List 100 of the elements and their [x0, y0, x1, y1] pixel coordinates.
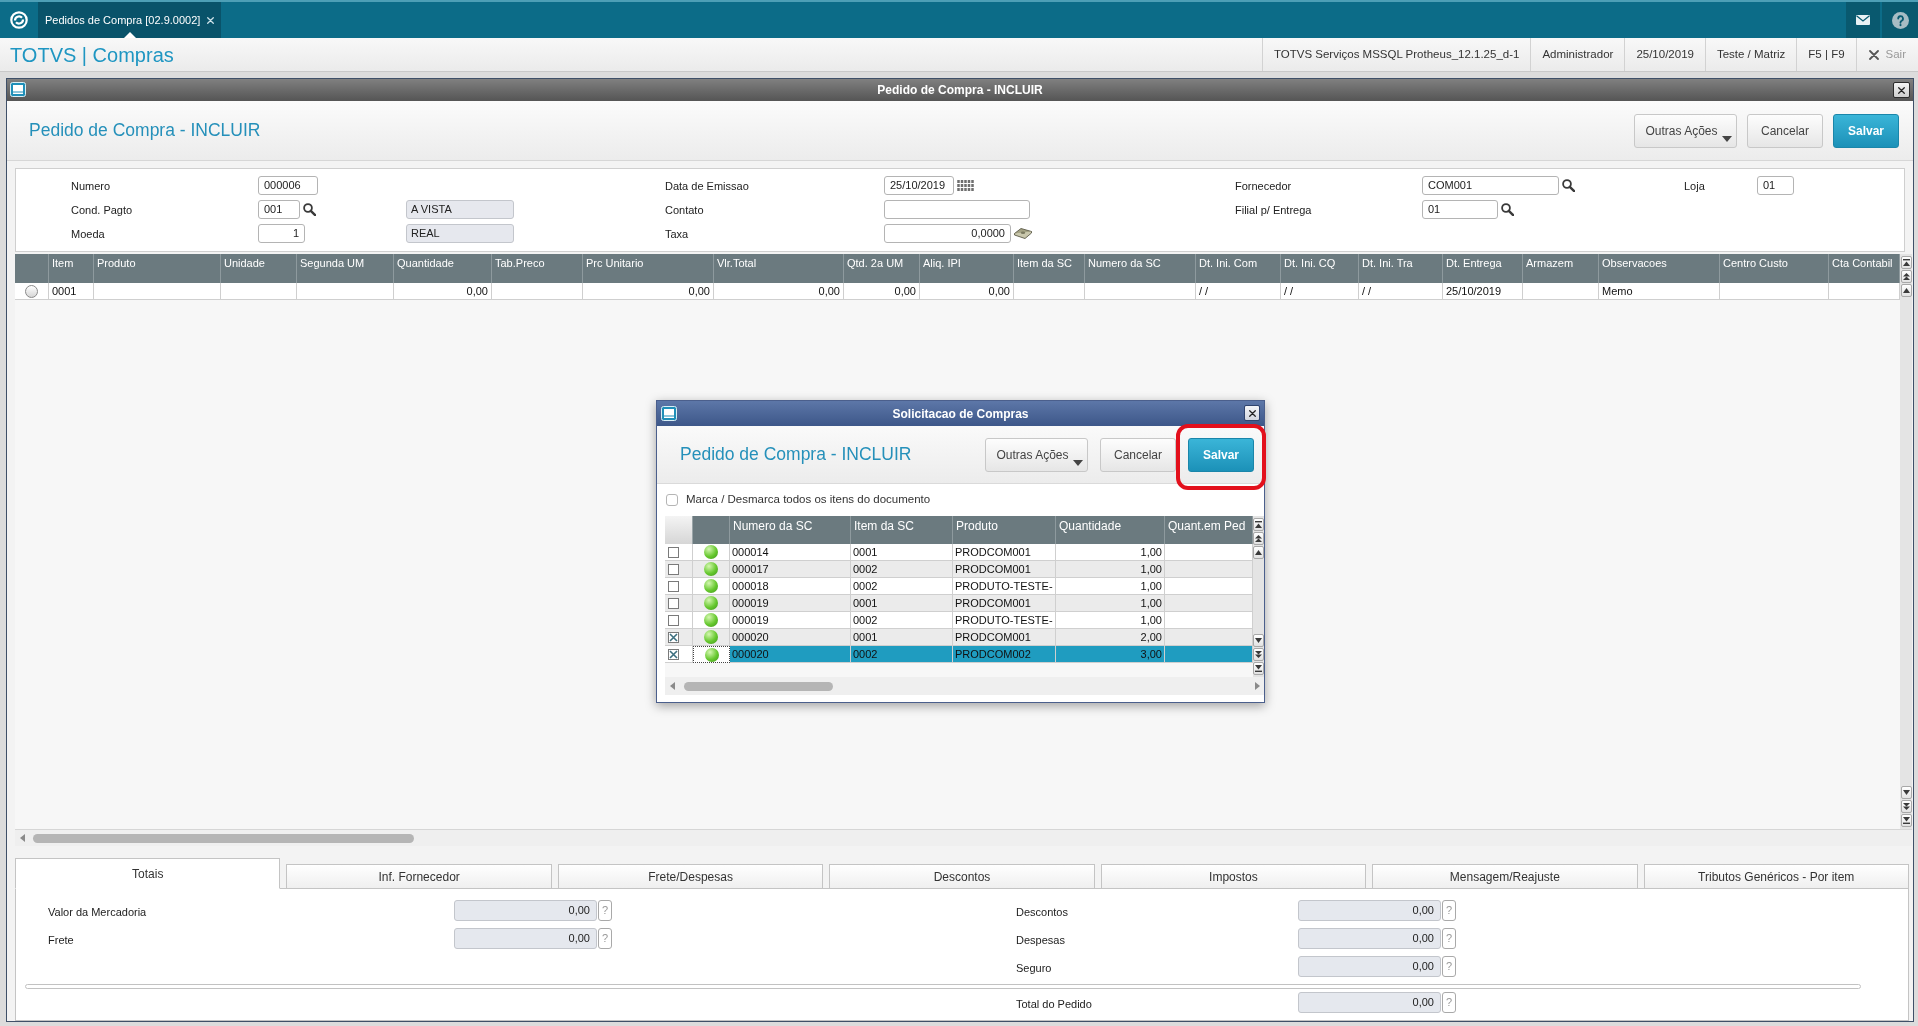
search-icon[interactable] [1501, 202, 1514, 216]
tab[interactable]: Frete/Despesas [557, 864, 824, 888]
tab[interactable]: Impostos [1100, 864, 1367, 888]
total-label: Descontos [1016, 905, 1068, 918]
amount-field[interactable]: 0,00 [1298, 928, 1441, 949]
input-field[interactable] [884, 199, 1030, 219]
vertical-scrollbar[interactable] [1253, 516, 1264, 677]
table-cell: / / [1359, 283, 1443, 300]
amount-field[interactable]: 0,00 [1298, 900, 1441, 921]
help-button[interactable]: ? [1442, 900, 1456, 921]
mail-button[interactable] [1846, 2, 1880, 38]
cancel-button[interactable]: Cancelar [1100, 437, 1176, 472]
total-label: Seguro [1016, 961, 1052, 974]
calendar-icon[interactable] [957, 179, 974, 191]
input-field[interactable]: 25/10/2019 [884, 175, 954, 195]
input-field[interactable]: 0,0000 [884, 223, 1011, 243]
checkbox[interactable] [668, 597, 679, 609]
input-field[interactable]: 01 [1422, 199, 1498, 219]
caret-left-icon[interactable] [670, 682, 675, 690]
help-button[interactable] [1882, 2, 1918, 38]
help-button[interactable]: ? [1442, 992, 1456, 1013]
page-down-button[interactable] [1253, 648, 1264, 661]
total-label: Despesas [1016, 933, 1065, 946]
tab[interactable]: Inf. Fornecedor [286, 864, 552, 888]
tab[interactable]: Mensagem/Reajuste [1372, 864, 1638, 888]
table-row[interactable]: 000020 0002 PRODCOM002 3,00 [665, 646, 1253, 663]
page-down-button[interactable] [1900, 800, 1912, 813]
close-icon [1898, 86, 1905, 94]
table-row[interactable]: 000020 0001 PRODCOM001 2,00 [665, 629, 1253, 646]
input-field[interactable]: COM001 [1422, 175, 1559, 195]
help-button[interactable]: ? [598, 928, 612, 949]
amount-field[interactable]: 0,00 [454, 900, 597, 921]
checkbox[interactable] [668, 631, 679, 643]
help-button[interactable]: ? [1442, 928, 1456, 949]
input-field[interactable]: 01 [1757, 175, 1794, 195]
scrollbar-thumb[interactable] [33, 833, 414, 843]
more-actions-button[interactable]: Outras Ações [1634, 113, 1737, 148]
table-cell: 3,00 [1056, 646, 1165, 663]
checkbox[interactable] [668, 580, 679, 592]
caret-left-icon[interactable] [20, 834, 25, 842]
checkbox[interactable] [666, 494, 678, 506]
close-icon[interactable] [207, 16, 215, 24]
search-icon[interactable] [1562, 178, 1575, 192]
table-row[interactable]: 000017 0002 PRODCOM001 1,00 [665, 561, 1253, 578]
input-field[interactable]: 001 [258, 199, 300, 219]
input-field[interactable]: 000006 [258, 175, 318, 195]
page-up-button[interactable] [1253, 532, 1264, 545]
scroll-down-button[interactable] [1253, 634, 1264, 647]
input-field[interactable]: 1 [258, 223, 305, 243]
checkbox[interactable] [668, 546, 679, 558]
tab[interactable]: Totais [15, 858, 281, 889]
checkbox[interactable] [668, 563, 679, 575]
checkbox[interactable] [668, 648, 679, 660]
caret-down-icon [1073, 459, 1083, 466]
checkbox[interactable] [668, 614, 679, 626]
money-icon[interactable] [1014, 227, 1032, 239]
field-label: Numero [71, 180, 111, 192]
search-icon[interactable] [303, 202, 316, 216]
close-button[interactable] [1244, 405, 1260, 421]
scroll-top-button[interactable] [1253, 518, 1264, 531]
cancel-button[interactable]: Cancelar [1747, 113, 1823, 148]
caret-down-icon [1255, 637, 1262, 644]
scroll-bottom-button[interactable] [1900, 814, 1912, 827]
module-tab[interactable]: Pedidos de Compra [02.9.0002] [38, 2, 222, 38]
scrollbar-thumb[interactable] [684, 681, 833, 691]
table-cell: 0002 [851, 646, 953, 663]
help-button[interactable]: ? [598, 900, 612, 921]
caret-right-icon[interactable] [1255, 682, 1260, 690]
scroll-bottom-button[interactable] [1253, 662, 1264, 675]
amount-field[interactable]: 0,00 [454, 928, 597, 949]
double-caret-down-icon [1255, 651, 1262, 658]
table-row[interactable]: 000018 0002 PRODUTO-TESTE- 1,00 [665, 578, 1253, 595]
table-row[interactable]: 000019 0001 PRODCOM001 1,00 [665, 595, 1253, 612]
help-button[interactable]: ? [1442, 956, 1456, 977]
scroll-up-button[interactable] [1253, 546, 1264, 559]
status-text: Administrador [1542, 46, 1614, 62]
window-title: Pedido de Compra - INCLUIR [877, 82, 1043, 99]
table-cell: 0,00 [714, 283, 844, 300]
scroll-top-button[interactable] [1900, 256, 1912, 269]
more-actions-button[interactable]: Outras Ações [985, 437, 1088, 472]
page-up-button[interactable] [1900, 270, 1912, 283]
app-logo-icon[interactable] [10, 11, 28, 29]
amount-field[interactable]: 0,00 [1298, 956, 1441, 977]
close-button[interactable] [1893, 82, 1910, 98]
horizontal-scrollbar[interactable] [15, 829, 1912, 846]
tab[interactable]: Tributos Genéricos - Por item [1643, 864, 1909, 888]
form-heading: Pedido de Compra - INCLUIR [29, 120, 261, 141]
scroll-down-button[interactable] [1900, 786, 1912, 799]
checkbox-label[interactable]: Marca / Desmarca todos os itens do documento [686, 491, 931, 509]
window-icon [10, 82, 26, 97]
table-row[interactable]: 000019 0002 PRODUTO-TESTE- 1,00 [665, 612, 1253, 629]
amount-field[interactable]: 0,00 [1298, 992, 1441, 1013]
table-cell: / / [1281, 283, 1359, 300]
horizontal-scrollbar[interactable] [665, 677, 1264, 695]
vertical-scrollbar[interactable] [1900, 254, 1912, 829]
scroll-up-button[interactable] [1900, 284, 1912, 297]
table-cell: PRODCOM002 [953, 646, 1056, 663]
radio-button[interactable] [25, 284, 38, 298]
tab[interactable]: Descontos [829, 864, 1095, 888]
table-row[interactable]: 000014 0001 PRODCOM001 1,00 [665, 544, 1253, 561]
